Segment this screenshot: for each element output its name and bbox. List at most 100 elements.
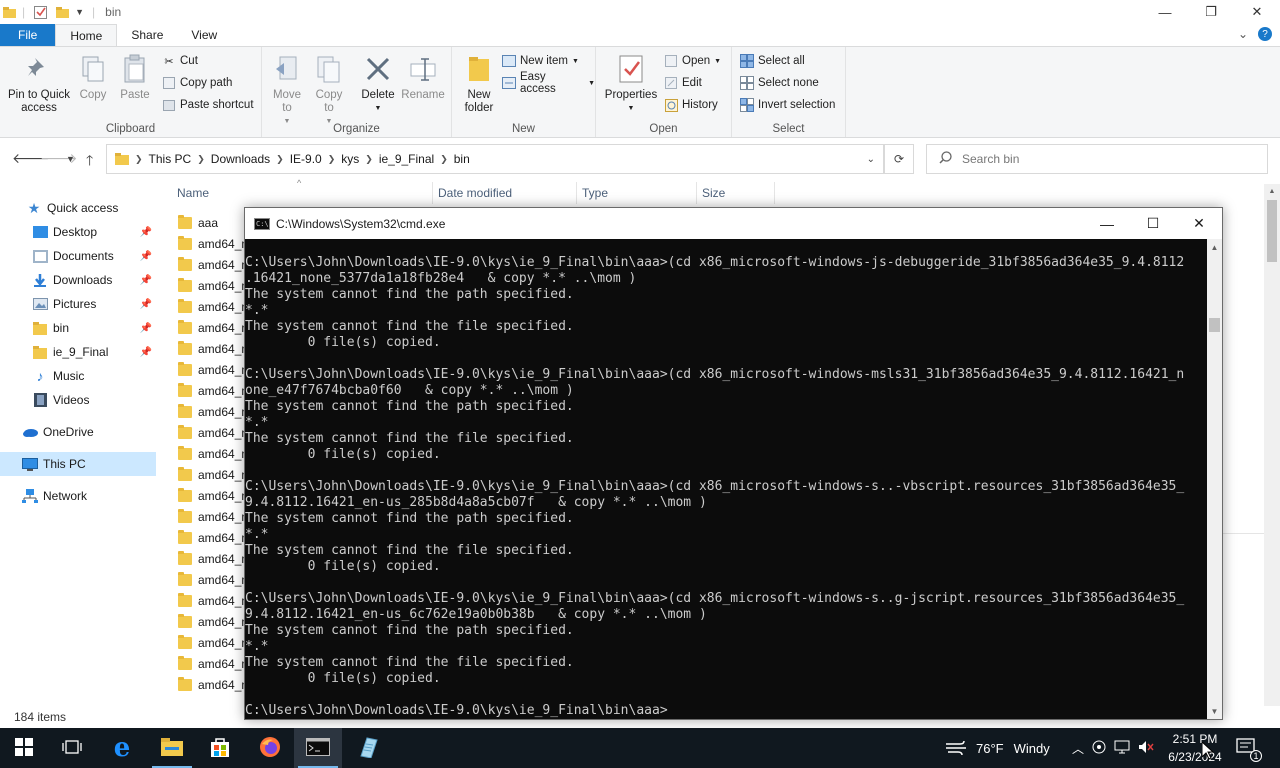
start-button[interactable] [0, 728, 48, 768]
notification-center-button[interactable]: 1 [1236, 728, 1262, 768]
column-header-name[interactable]: Name [177, 186, 209, 200]
nav-this-pc[interactable]: This PC [0, 452, 156, 476]
nav-quick-access[interactable]: ★ Quick access [0, 196, 156, 220]
breadcrumb-separator-icon[interactable]: ❯ [135, 154, 143, 165]
network-tray-icon[interactable] [1114, 740, 1130, 757]
file-row[interactable]: aaa [178, 212, 218, 233]
file-row[interactable]: amd64_m [178, 317, 251, 338]
file-row[interactable]: amd64_m [178, 380, 251, 401]
expand-ribbon-icon[interactable]: ⌄ [1238, 27, 1248, 41]
column-header-size[interactable]: Size [702, 186, 725, 200]
properties-button[interactable]: Properties ▼ [602, 53, 660, 115]
nav-pictures[interactable]: Pictures 📌 [0, 292, 156, 316]
column-separator[interactable] [432, 182, 433, 204]
history-button[interactable]: History [664, 95, 718, 115]
close-button[interactable]: ✕ [1234, 0, 1280, 24]
file-row[interactable]: amd64_m [178, 548, 251, 569]
tab-file[interactable]: File [0, 24, 56, 46]
breadcrumb-downloads[interactable]: Downloads [211, 152, 270, 166]
open-button[interactable]: Open ▼ [664, 51, 721, 71]
recent-locations-icon[interactable]: ▼ [66, 154, 75, 164]
file-row[interactable]: amd64_m [178, 464, 251, 485]
weather-widget[interactable]: 76°F Windy [944, 728, 1050, 768]
clock[interactable]: 2:51 PM 6/23/2024 [1160, 730, 1230, 766]
firefox-button[interactable] [246, 728, 294, 768]
paste-shortcut-button[interactable]: Paste shortcut [162, 95, 254, 115]
file-explorer-button[interactable] [148, 728, 196, 768]
nav-bin[interactable]: bin 📌 [0, 316, 156, 340]
breadcrumb-separator-icon[interactable]: ❯ [276, 154, 284, 165]
file-row[interactable]: amd64_m [178, 443, 251, 464]
column-separator[interactable] [696, 182, 697, 204]
copy-to-button[interactable]: Copy to ▼ [312, 53, 346, 128]
move-to-button[interactable]: Move to ▼ [270, 53, 304, 128]
refresh-button[interactable]: ⟳ [884, 144, 914, 174]
cut-button[interactable]: ✂ Cut [162, 51, 198, 71]
task-view-button[interactable] [48, 728, 96, 768]
column-separator[interactable] [576, 182, 577, 204]
breadcrumb-bin[interactable]: bin [454, 152, 470, 166]
minimize-button[interactable]: — [1142, 0, 1188, 24]
help-icon[interactable]: ? [1258, 27, 1272, 41]
file-row[interactable]: amd64_m [178, 485, 251, 506]
scroll-up-arrow-icon[interactable]: ▲ [1264, 184, 1280, 198]
scrollbar-thumb[interactable] [1209, 318, 1220, 332]
file-row[interactable]: amd64_m [178, 590, 251, 611]
rename-button[interactable]: Rename [401, 53, 445, 102]
cmd-taskbar-button[interactable] [294, 728, 342, 768]
edit-button[interactable]: Edit [664, 73, 702, 93]
breadcrumb-separator-icon[interactable]: ❯ [328, 154, 336, 165]
file-row[interactable]: amd64_m [178, 674, 251, 695]
file-row[interactable]: amd64_m [178, 527, 251, 548]
file-row[interactable]: amd64_m [178, 338, 251, 359]
tab-home[interactable]: Home [55, 24, 118, 46]
breadcrumb-this-pc[interactable]: This PC [149, 152, 192, 166]
cmd-window[interactable]: C:\ C:\Windows\System32\cmd.exe — ☐ ✕ C:… [244, 207, 1223, 720]
new-folder-quick-icon[interactable] [55, 5, 69, 19]
nav-videos[interactable]: Videos [0, 388, 156, 412]
meet-now-icon[interactable] [1092, 740, 1106, 757]
nav-documents[interactable]: Documents 📌 [0, 244, 156, 268]
file-row[interactable]: amd64_m [178, 275, 251, 296]
copy-path-button[interactable]: Copy path [162, 73, 232, 93]
volume-muted-icon[interactable] [1138, 740, 1154, 757]
address-dropdown-icon[interactable]: ⌄ [867, 154, 875, 165]
select-none-button[interactable]: Select none [740, 73, 819, 93]
nav-downloads[interactable]: Downloads 📌 [0, 268, 156, 292]
chevron-up-icon[interactable]: ︿ [1072, 740, 1084, 757]
file-row[interactable]: amd64_m [178, 506, 251, 527]
scroll-up-arrow-icon[interactable]: ▲ [1207, 239, 1222, 255]
search-box[interactable]: Search bin [926, 144, 1268, 174]
cmd-titlebar[interactable]: C:\ C:\Windows\System32\cmd.exe — ☐ ✕ [245, 208, 1222, 239]
file-row[interactable]: amd64_m [178, 359, 251, 380]
new-folder-button[interactable]: New folder [460, 53, 498, 115]
pin-to-quick-access-button[interactable]: Pin to Quick access [6, 53, 72, 115]
invert-selection-button[interactable]: Invert selection [740, 95, 835, 115]
delete-button[interactable]: Delete ▼ [358, 53, 398, 115]
address-bar[interactable]: ❯ This PC ❯ Downloads ❯ IE-9.0 ❯ kys ❯ i… [106, 144, 884, 174]
nav-network[interactable]: Network [0, 484, 156, 508]
tab-share[interactable]: Share [117, 24, 177, 46]
file-row[interactable]: amd64_m [178, 296, 251, 317]
store-button[interactable] [196, 728, 244, 768]
select-all-button[interactable]: Select all [740, 51, 805, 71]
column-separator[interactable] [774, 182, 775, 204]
edge-button[interactable]: e [98, 728, 146, 768]
nav-onedrive[interactable]: OneDrive [0, 420, 156, 444]
file-row[interactable]: amd64_m [178, 569, 251, 590]
properties-quick-icon[interactable] [33, 5, 47, 19]
nav-music[interactable]: ♪ Music [0, 364, 156, 388]
easy-access-button[interactable]: Easy access ▼ [502, 71, 595, 95]
breadcrumb-separator-icon[interactable]: ❯ [440, 154, 448, 165]
breadcrumb-separator-icon[interactable]: ❯ [197, 154, 205, 165]
column-header-type[interactable]: Type [582, 186, 608, 200]
file-row[interactable]: amd64_m [178, 254, 251, 275]
file-row[interactable]: amd64_m [178, 401, 251, 422]
console-scrollbar[interactable]: ▲ ▼ [1207, 239, 1222, 719]
column-header-date-modified[interactable]: Date modified [438, 186, 512, 200]
scrollbar-thumb[interactable] [1267, 200, 1277, 262]
up-arrow-icon[interactable]: 🡑 [86, 150, 93, 174]
customize-quick-access-icon[interactable]: ▼ [75, 7, 84, 17]
nav-ie-9-final[interactable]: ie_9_Final 📌 [0, 340, 156, 364]
console-output[interactable]: C:\Users\John\Downloads\IE-9.0\kys\ie_9_… [245, 239, 1206, 719]
